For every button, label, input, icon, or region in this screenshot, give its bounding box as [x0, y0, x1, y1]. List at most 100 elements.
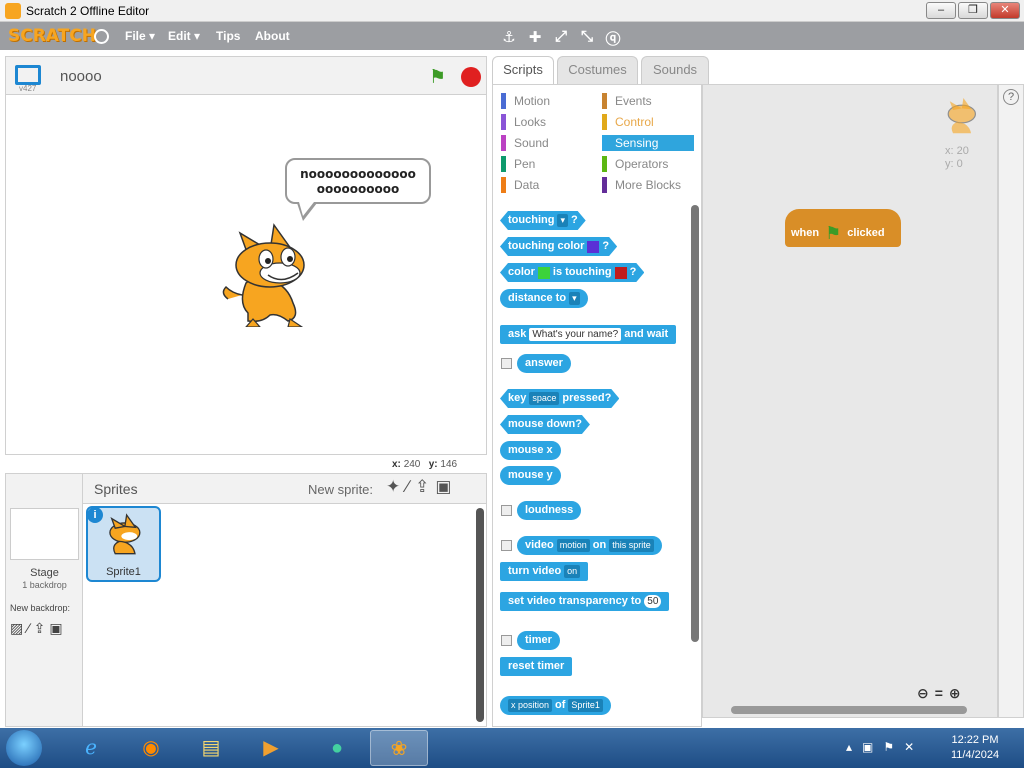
category-control[interactable]: Control: [602, 114, 694, 130]
block-set-video-transparency[interactable]: set video transparency to 50: [500, 592, 670, 611]
loudness-checkbox[interactable]: [501, 505, 512, 516]
maximize-button[interactable]: ❐: [958, 2, 988, 19]
block-mouse-x[interactable]: mouse x: [500, 441, 561, 460]
tips-menu[interactable]: Tips: [216, 29, 240, 43]
edit-menu[interactable]: Edit ▾: [168, 29, 200, 43]
block-color-touching[interactable]: color is touching?: [500, 263, 644, 282]
sensing-blocks-list: touching ▾? touching color? color is touch…: [493, 203, 693, 723]
scripts-horizontal-scrollbar[interactable]: [731, 706, 967, 714]
stop-icon[interactable]: [461, 67, 481, 87]
stage-canvas[interactable]: nooooooooooooo oooooooooo: [5, 94, 487, 455]
green-flag-icon: ⚑: [825, 222, 842, 243]
choose-sprite-icon[interactable]: ✦: [386, 477, 400, 497]
block-touching[interactable]: touching ▾?: [500, 211, 586, 230]
paint-sprite-icon[interactable]: ∕: [406, 477, 409, 497]
block-loudness[interactable]: loudness: [517, 501, 582, 520]
palette-scrollbar[interactable]: [691, 205, 699, 642]
app-taskbar-icon[interactable]: ●: [308, 730, 366, 766]
color-swatch[interactable]: [587, 241, 599, 253]
category-operators[interactable]: Operators: [602, 156, 694, 172]
help-tool-icon[interactable]: ⓠ: [600, 28, 626, 49]
scratch-app-icon: [5, 3, 21, 19]
explorer-taskbar-icon[interactable]: ▤: [182, 730, 240, 766]
cat-sprite[interactable]: [218, 223, 318, 327]
file-menu[interactable]: File ▾: [125, 29, 155, 43]
tab-sounds[interactable]: Sounds: [641, 56, 709, 84]
project-name[interactable]: noooo: [60, 68, 102, 85]
category-events[interactable]: Events: [602, 93, 694, 109]
block-turn-video[interactable]: turn video on: [500, 562, 589, 581]
flag-icon[interactable]: ⚑: [883, 740, 894, 754]
block-ask-and-wait[interactable]: ask What's your name? and wait: [500, 325, 677, 344]
sprite-x-readout: x: 20: [945, 145, 969, 157]
ie-taskbar-icon[interactable]: ℯ: [62, 730, 120, 766]
block-video-on[interactable]: video motion on this sprite: [517, 536, 662, 555]
new-backdrop-label: New backdrop:: [10, 603, 71, 613]
block-answer[interactable]: answer: [517, 354, 571, 373]
timer-checkbox[interactable]: [501, 635, 512, 646]
block-attribute-of[interactable]: x position of Sprite1: [500, 696, 611, 715]
fullscreen-icon[interactable]: [15, 65, 41, 85]
scratch-taskbar-icon[interactable]: ❀: [370, 730, 428, 766]
paint-backdrop-icon[interactable]: ∕: [27, 620, 29, 637]
camera-sprite-icon[interactable]: ▣: [435, 477, 451, 497]
sprite-y-readout: y: 0: [945, 158, 963, 170]
tab-scripts[interactable]: Scripts: [492, 56, 554, 84]
language-globe-icon[interactable]: [94, 29, 109, 44]
volume-muted-icon[interactable]: ✕: [904, 740, 914, 754]
help-icon[interactable]: ?: [1003, 89, 1019, 105]
ask-input[interactable]: What's your name?: [529, 328, 622, 341]
category-sensing[interactable]: Sensing: [602, 135, 694, 151]
zoom-reset-icon[interactable]: =: [935, 685, 943, 702]
current-sprite-icon: [947, 98, 976, 134]
close-button[interactable]: ✕: [990, 2, 1020, 19]
firefox-taskbar-icon[interactable]: ◉: [122, 730, 180, 766]
when-flag-clicked-block[interactable]: when ⚑ clicked: [785, 209, 901, 247]
block-timer[interactable]: timer: [517, 631, 560, 650]
category-looks[interactable]: Looks: [501, 114, 593, 130]
answer-checkbox[interactable]: [501, 358, 512, 369]
scripts-area[interactable]: x: 20 y: 0 when ⚑ clicked ⊖ = ⊕: [702, 84, 998, 718]
media-player-taskbar-icon[interactable]: ▶: [242, 730, 300, 766]
block-touching-color[interactable]: touching color?: [500, 237, 617, 256]
scratch-logo[interactable]: SCRATCH: [8, 26, 96, 46]
start-button[interactable]: [6, 730, 42, 766]
shrink-tool-icon[interactable]: ⤡: [574, 28, 600, 49]
category-data[interactable]: Data: [501, 177, 593, 193]
sprite1-name: Sprite1: [106, 566, 141, 578]
camera-backdrop-icon[interactable]: ▣: [49, 620, 62, 637]
upload-backdrop-icon[interactable]: ⇪: [34, 620, 46, 637]
zoom-out-icon[interactable]: ⊖: [917, 685, 929, 702]
stage-thumbnail[interactable]: [10, 508, 79, 560]
mouse-y-value: 146: [440, 459, 458, 470]
category-motion[interactable]: Motion: [501, 93, 593, 109]
block-key-pressed[interactable]: key space pressed?: [500, 389, 619, 408]
sprites-scrollbar[interactable]: [476, 508, 484, 722]
block-mouse-y[interactable]: mouse y: [500, 466, 561, 485]
minimize-button[interactable]: –: [926, 2, 956, 19]
category-pen[interactable]: Pen: [501, 156, 593, 172]
upload-sprite-icon[interactable]: ⇪: [415, 477, 429, 497]
video-checkbox[interactable]: [501, 540, 512, 551]
block-distance-to[interactable]: distance to ▾: [500, 289, 588, 308]
touching-dropdown[interactable]: ▾: [557, 214, 568, 227]
clock[interactable]: 12:22 PM 11/4/2024: [945, 733, 1005, 763]
category-sound[interactable]: Sound: [501, 135, 593, 151]
about-menu[interactable]: About: [255, 29, 290, 43]
zoom-in-icon[interactable]: ⊕: [949, 685, 961, 702]
grow-tool-icon[interactable]: ⤢: [548, 28, 574, 49]
mouse-coordinates: x: 240 y: 146: [392, 459, 458, 470]
backdrop-library-icon[interactable]: ▨: [10, 620, 23, 637]
tab-costumes[interactable]: Costumes: [557, 56, 638, 84]
sprite-thumbnail-sprite1[interactable]: i Sprite1: [86, 506, 161, 582]
duplicate-tool-icon[interactable]: ⚓: [496, 28, 522, 49]
info-icon[interactable]: i: [87, 507, 103, 523]
block-reset-timer[interactable]: reset timer: [500, 657, 573, 676]
green-flag-icon[interactable]: ⚑: [429, 66, 446, 89]
menubar: SCRATCH File ▾ Edit ▾ Tips About ⚓ ✚ ⤢ ⤡…: [0, 22, 1024, 50]
category-more-blocks[interactable]: More Blocks: [602, 177, 694, 193]
network-icon[interactable]: ▣: [862, 740, 873, 754]
block-mouse-down[interactable]: mouse down?: [500, 415, 590, 434]
delete-tool-icon[interactable]: ✚: [522, 28, 548, 49]
tray-arrow-icon[interactable]: ▴: [846, 740, 852, 754]
